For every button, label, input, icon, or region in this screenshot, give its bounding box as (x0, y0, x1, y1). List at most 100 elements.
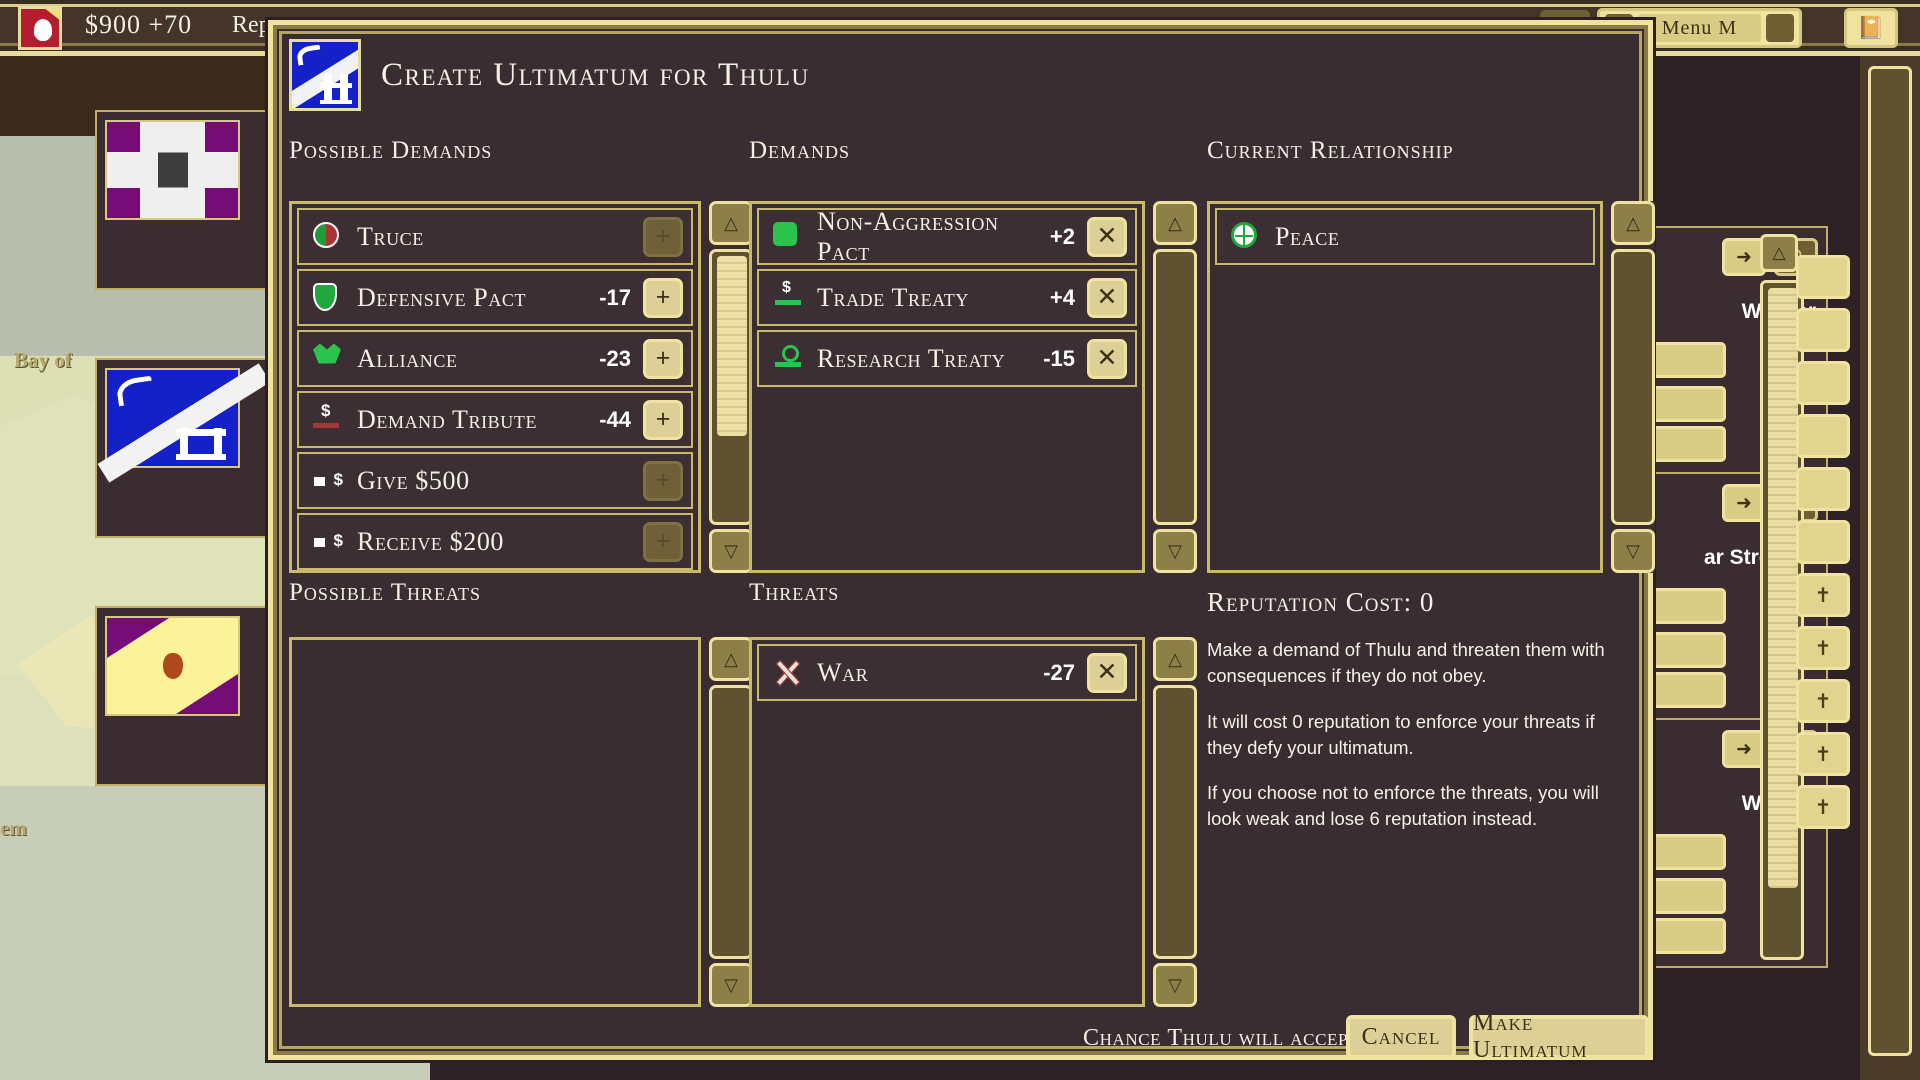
scroll-up-icon[interactable]: △ (1153, 637, 1197, 681)
faction-flag-icon-1 (105, 120, 240, 220)
stamp-button[interactable] (1796, 414, 1850, 458)
row-label: Give $500 (357, 466, 643, 496)
possible-threats-list[interactable] (289, 637, 701, 1007)
stamp-button[interactable] (1796, 308, 1850, 352)
stamp-button[interactable] (1796, 467, 1850, 511)
row-label: Demand Tribute (357, 405, 599, 435)
demands-list[interactable]: Non-Aggression Pact+2✕Trade Treaty+4✕Res… (749, 201, 1145, 573)
demands-scrollbar[interactable]: △ ▽ (1153, 201, 1197, 573)
add-item-button[interactable]: + (643, 339, 683, 379)
add-item-button[interactable]: + (643, 400, 683, 440)
scroll-down-icon[interactable]: ▽ (1153, 529, 1197, 573)
pin-icon[interactable]: ✝ (1796, 785, 1850, 829)
scroll-track[interactable] (1153, 685, 1197, 959)
scroll-track[interactable] (709, 249, 753, 525)
row-label: Receive $200 (357, 527, 643, 557)
receive-money-icon (313, 527, 343, 557)
possible-threats-title: Possible Threats (289, 579, 481, 607)
scroll-track[interactable] (1611, 249, 1655, 525)
possible-demand-row[interactable]: Receive $200+ (297, 513, 693, 570)
thulu-crest-icon (289, 39, 361, 111)
demands-title: Demands (749, 137, 850, 165)
scroll-up-icon[interactable]: △ (709, 201, 753, 245)
remove-item-button[interactable]: ✕ (1087, 278, 1127, 318)
row-value: +4 (1050, 285, 1075, 311)
scroll-track[interactable] (709, 685, 753, 959)
add-item-button: + (643, 217, 683, 257)
scroll-down-icon[interactable]: ▽ (1153, 963, 1197, 1007)
fist-icon (773, 222, 803, 252)
scroll-up-icon[interactable]: △ (1611, 201, 1655, 245)
scroll-up-icon[interactable]: △ (709, 637, 753, 681)
relationship-row[interactable]: Peace (1215, 208, 1595, 265)
row-value: +2 (1050, 224, 1075, 250)
row-label: Research Treaty (817, 344, 1043, 374)
possible-demands-scrollbar[interactable]: △ ▽ (709, 201, 753, 573)
pin-icon[interactable]: ✝ (1796, 626, 1850, 670)
side-scrollbar-thumb[interactable] (1768, 288, 1798, 888)
scroll-up-icon[interactable]: △ (1153, 201, 1197, 245)
scroll-down-icon[interactable]: ▽ (709, 963, 753, 1007)
demand-row[interactable]: Research Treaty-15 ✕ (757, 330, 1137, 387)
faction-crest-icon[interactable] (18, 6, 62, 50)
possible-demand-row[interactable]: Give $500+ (297, 452, 693, 509)
scroll-down-icon[interactable]: ▽ (709, 529, 753, 573)
current-relationship-list[interactable]: Peace (1207, 201, 1603, 573)
description-paragraph-2: It will cost 0 reputation to enforce you… (1207, 709, 1627, 762)
cancel-button[interactable]: Cancel (1346, 1015, 1456, 1059)
scroll-thumb[interactable] (717, 256, 747, 436)
pin-icon[interactable]: ✝ (1796, 732, 1850, 776)
row-label: Trade Treaty (817, 283, 1050, 313)
possible-demand-row[interactable]: Alliance-23+ (297, 330, 693, 387)
stamp-button[interactable] (1796, 361, 1850, 405)
possible-demand-row[interactable]: Demand Tribute-44 + (297, 391, 693, 448)
row-label: Alliance (357, 344, 599, 374)
demand-row[interactable]: Non-Aggression Pact+2 ✕ (757, 208, 1137, 265)
row-value: -44 (599, 407, 631, 433)
create-ultimatum-dialog: Create Ultimatum for Thulu Possible Dema… (268, 20, 1653, 1060)
map-label-region: em (0, 816, 27, 841)
description-paragraph-3: If you choose not to enforce the threats… (1207, 780, 1627, 833)
side-scroll-up-icon[interactable]: △ (1760, 234, 1798, 272)
make-ultimatum-button[interactable]: Make Ultimatum (1469, 1015, 1649, 1059)
threats-list[interactable]: War-27✕ (749, 637, 1145, 1007)
stamp-button[interactable] (1796, 255, 1850, 299)
dialog-title: Create Ultimatum for Thulu (381, 57, 810, 94)
dialog-header: Create Ultimatum for Thulu (289, 39, 810, 111)
stamp-button-column: ✝ ✝ ✝ ✝ ✝ (1796, 255, 1850, 838)
far-right-scroll-track[interactable] (1868, 66, 1912, 1056)
threat-row[interactable]: War-27✕ (757, 644, 1137, 701)
stamp-button[interactable] (1796, 520, 1850, 564)
possible-demand-row[interactable]: Truce+ (297, 208, 693, 265)
remove-item-button[interactable]: ✕ (1087, 339, 1127, 379)
relationship-scrollbar[interactable]: △ ▽ (1611, 201, 1655, 573)
add-item-button[interactable]: + (643, 278, 683, 318)
row-value: -15 (1043, 346, 1075, 372)
possible-demand-row[interactable]: Defensive Pact-17+ (297, 269, 693, 326)
scroll-track[interactable] (1153, 249, 1197, 525)
threats-title: Threats (749, 579, 839, 607)
pin-icon[interactable]: ✝ (1796, 573, 1850, 617)
alliance-icon (313, 344, 343, 374)
row-label: Peace (1275, 222, 1585, 252)
faction-flag-icon-3 (105, 616, 240, 716)
row-label: Non-Aggression Pact (817, 207, 1050, 267)
remove-item-button[interactable]: ✕ (1087, 217, 1127, 257)
scroll-down-icon[interactable]: ▽ (1611, 529, 1655, 573)
threats-scrollbar[interactable]: △ ▽ (1153, 637, 1197, 1007)
menu-button[interactable]: Menu M (1638, 14, 1761, 42)
pin-icon[interactable]: ✝ (1796, 679, 1850, 723)
possible-threats-scrollbar[interactable]: △ ▽ (709, 637, 753, 1007)
row-value: -27 (1043, 660, 1075, 686)
row-label: Truce (357, 222, 643, 252)
demand-row[interactable]: Trade Treaty+4 ✕ (757, 269, 1137, 326)
possible-demands-list[interactable]: Truce+Defensive Pact-17+Alliance-23+Dema… (289, 201, 701, 573)
shield-icon (313, 283, 343, 313)
map-label-bay: Bay of (14, 348, 72, 373)
remove-item-button[interactable]: ✕ (1087, 653, 1127, 693)
book-icon[interactable]: 📔 (1844, 8, 1898, 48)
add-item-button: + (643, 461, 683, 501)
menu-right-stub[interactable] (1766, 14, 1794, 42)
description-paragraph-1: Make a demand of Thulu and threaten them… (1207, 637, 1627, 690)
war-icon (773, 658, 803, 688)
